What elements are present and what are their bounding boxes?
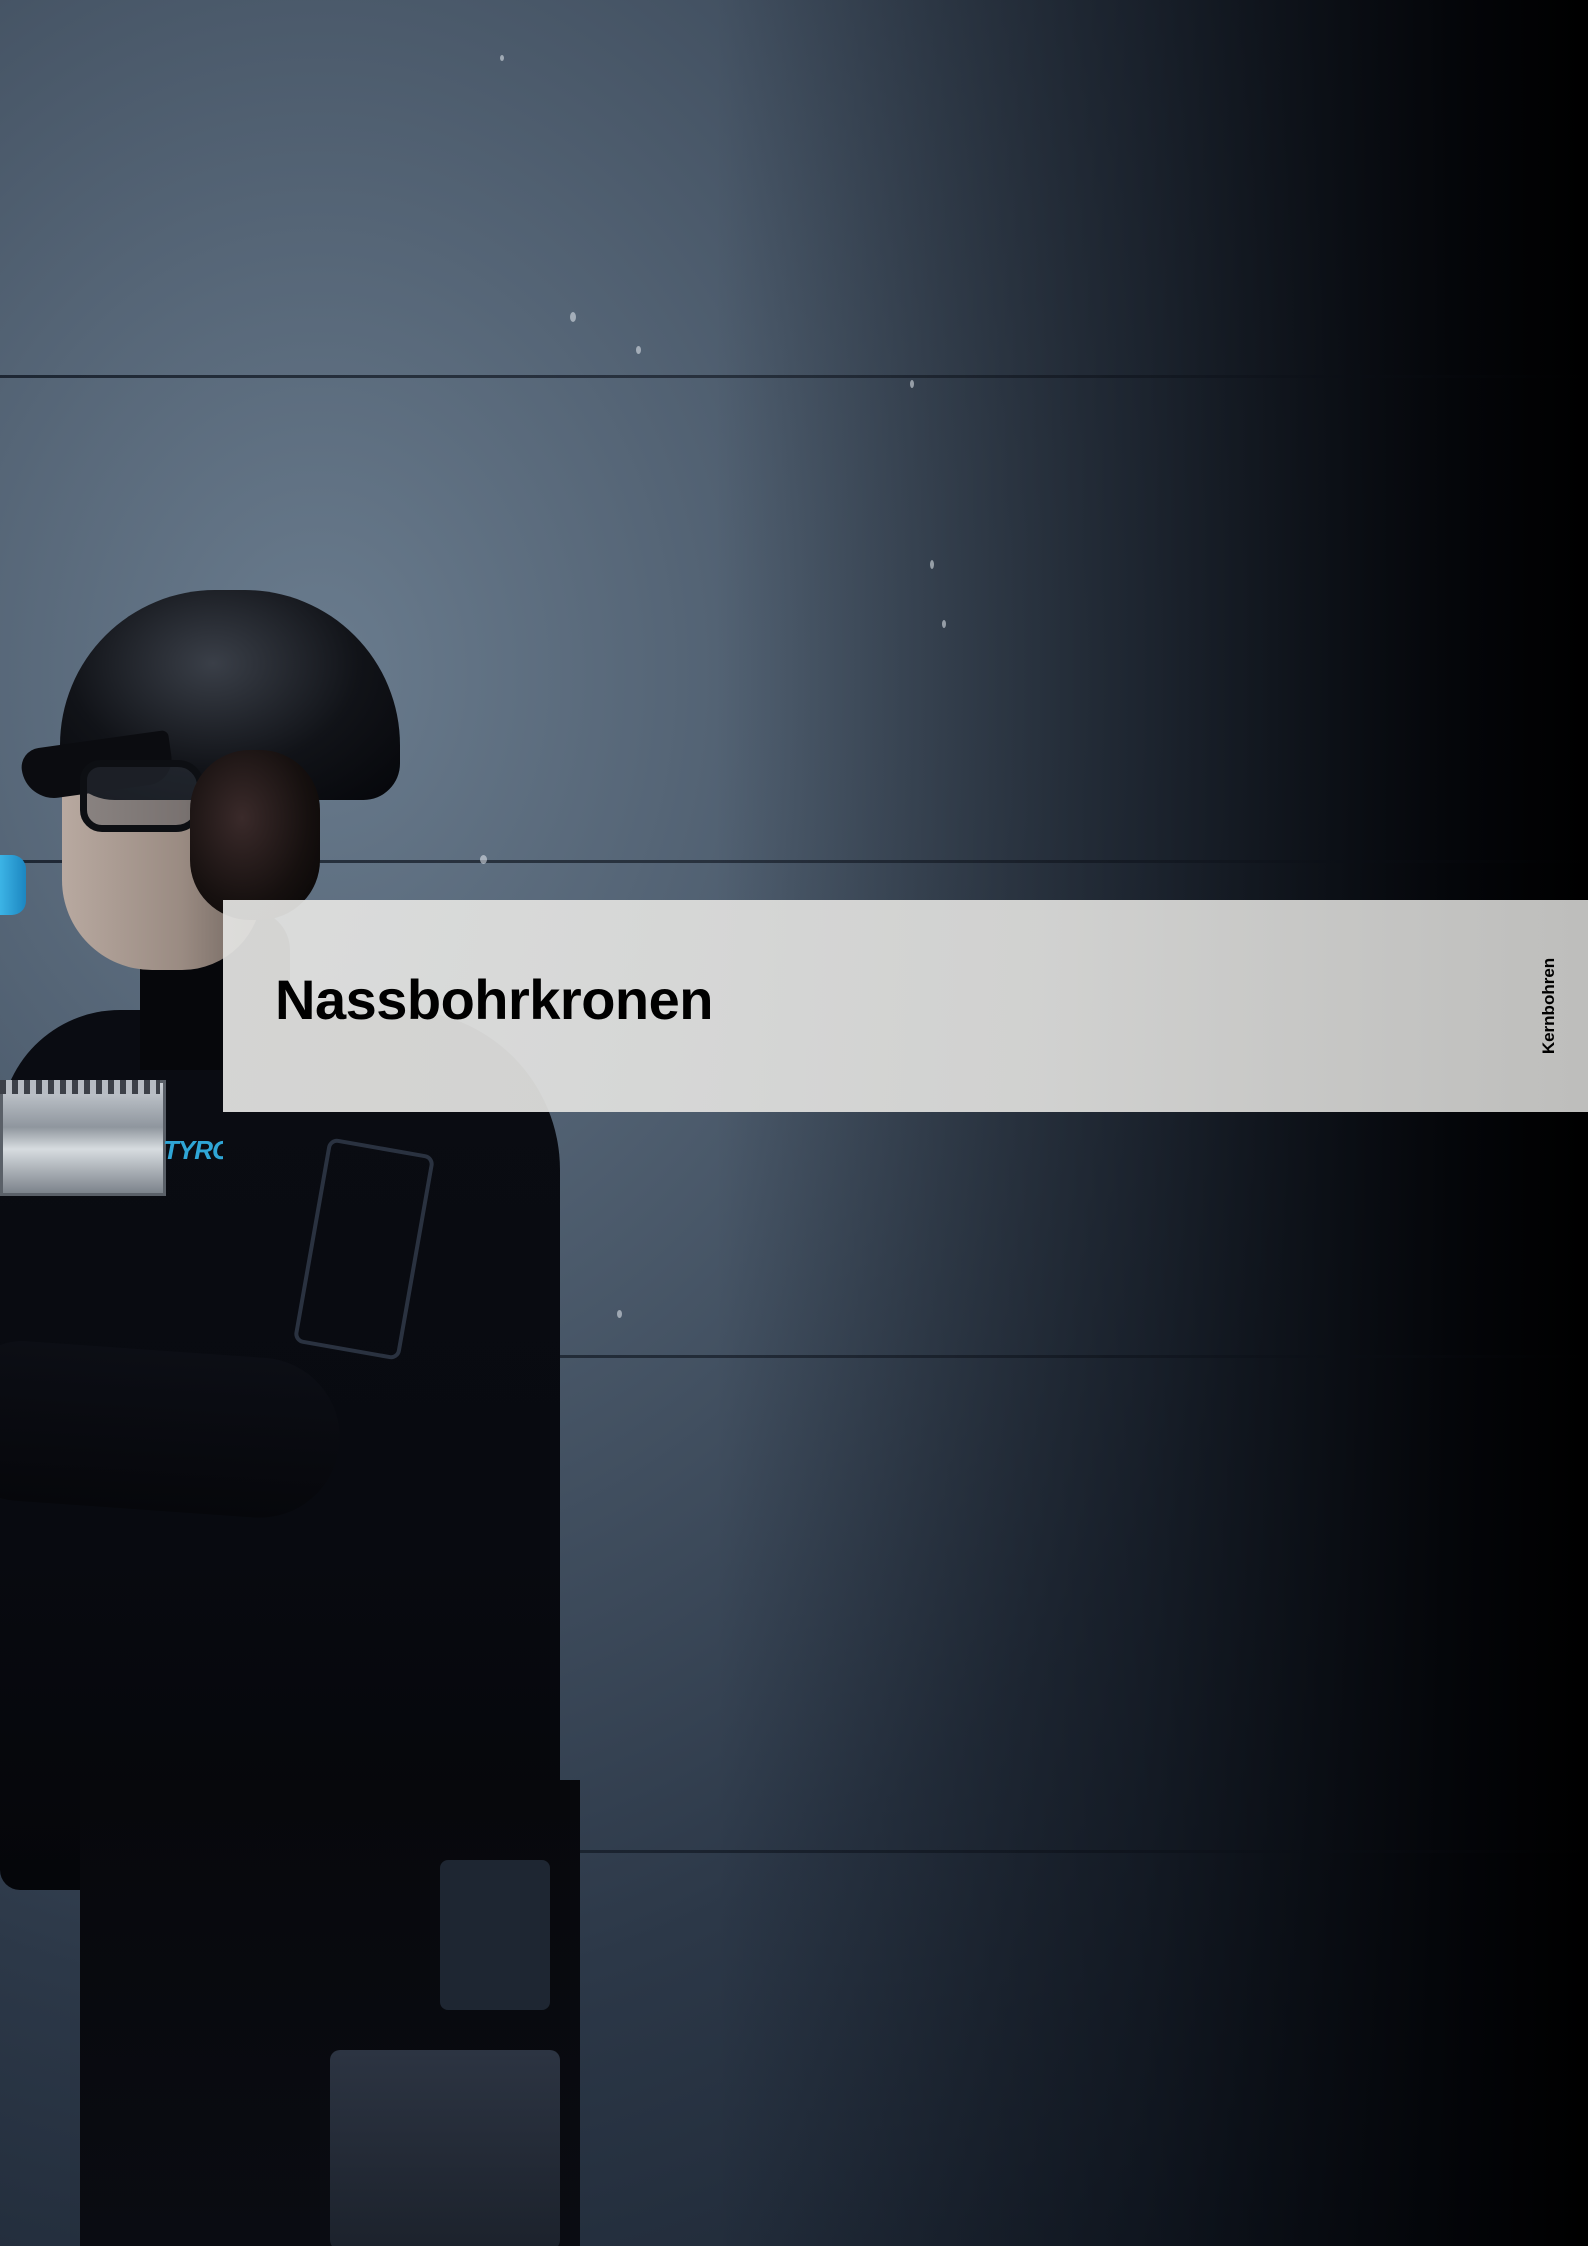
pants-pocket: [440, 1860, 550, 2010]
drill-blue-part: [0, 855, 26, 915]
page-title: Nassbohrkronen: [275, 968, 714, 1031]
title-band: Nassbohrkronen: [223, 900, 1588, 1112]
water-droplet: [636, 346, 641, 354]
safety-glasses: [80, 760, 204, 832]
worker-figure: TYROL: [0, 590, 600, 2246]
section-tab-label: Kernbohren: [1539, 957, 1558, 1055]
section-tab: Kernbohren: [1510, 900, 1588, 1112]
drill-rack-teeth: [0, 1080, 160, 1094]
water-droplet: [500, 55, 504, 61]
drill-rail: [0, 1080, 166, 1196]
knee-pocket: [330, 2050, 560, 2246]
water-droplet: [910, 380, 914, 388]
worker-arm: [0, 1336, 346, 1524]
jacket-logo: TYROL: [163, 1135, 223, 1165]
water-droplet: [930, 560, 934, 569]
wall-seam: [0, 375, 1588, 378]
water-droplet: [942, 620, 946, 628]
ear-protection: [190, 750, 320, 920]
water-droplet: [617, 1310, 622, 1318]
catalog-page: TYROL Nassbohrkronen Kernbohren: [0, 0, 1588, 2246]
water-droplet: [570, 312, 576, 322]
